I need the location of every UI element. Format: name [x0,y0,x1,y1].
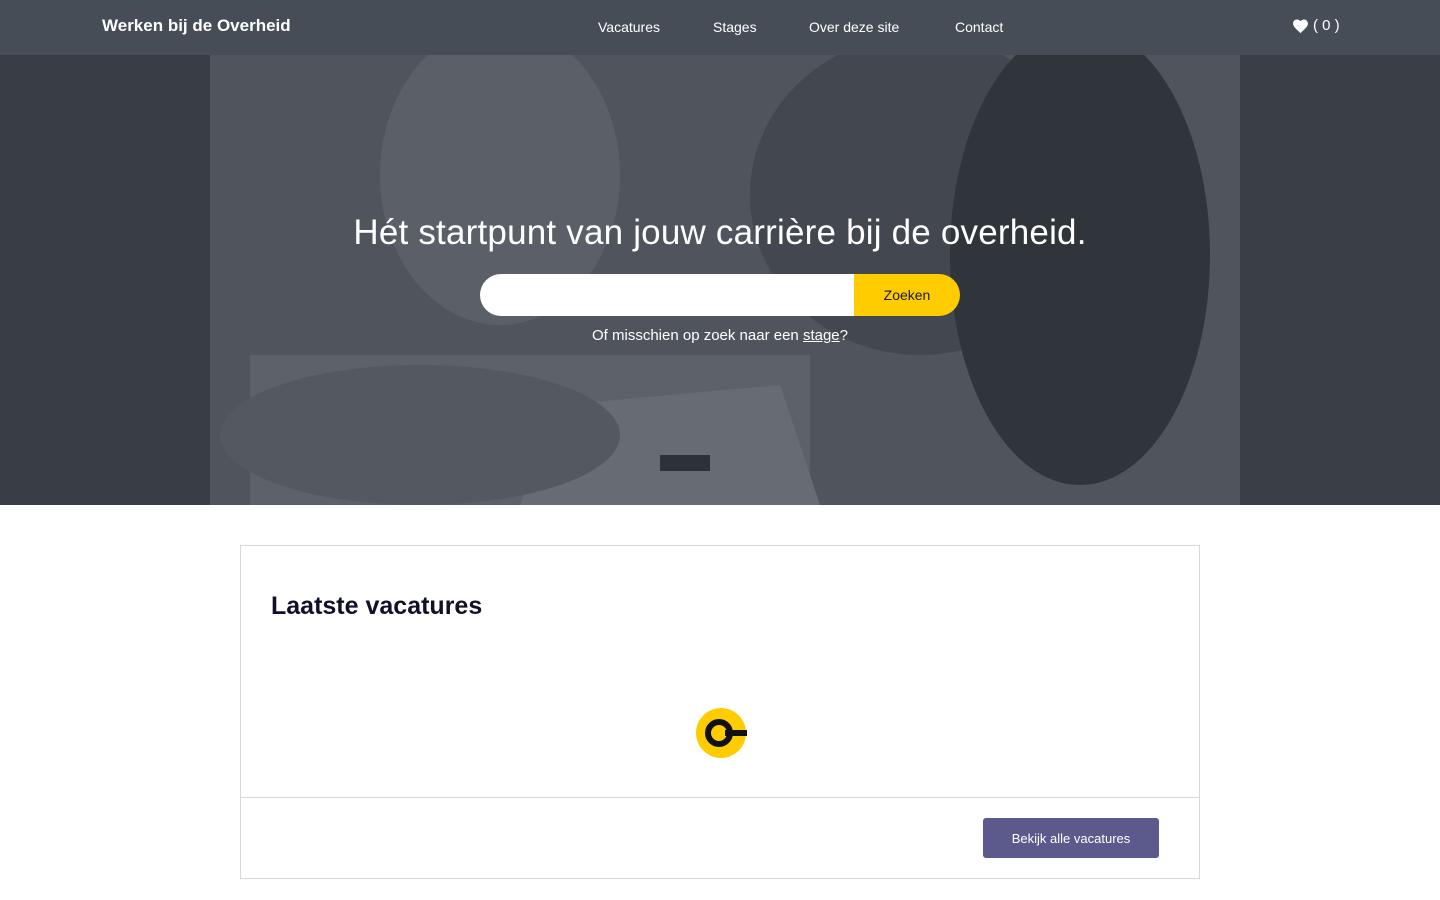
hero-banner: Hét startpunt van jouw carrière bij de o… [0,55,1440,505]
loading-spinner-icon [696,708,747,758]
view-all-vacancies-button[interactable]: Bekijk alle vacatures [983,818,1159,858]
hero-title: Hét startpunt van jouw carrière bij de o… [353,213,1087,252]
card-divider [241,797,1199,798]
internship-hint: Of misschien op zoek naar een stage? [0,327,1440,344]
favorites-count: ( 0 ) [1313,17,1340,34]
nav-item-over-deze-site[interactable]: Over deze site [809,19,899,35]
latest-vacancies-title: Laatste vacatures [271,592,483,620]
nav-item-stages[interactable]: Stages [713,19,757,35]
heart-icon [1293,18,1308,33]
main-navigation: Vacatures Stages Over deze site Contact [0,19,1440,39]
internship-link[interactable]: stage [803,327,840,344]
latest-vacancies-card: Laatste vacatures Bekijk alle vacatures [240,545,1200,879]
search-button[interactable]: Zoeken [854,274,960,316]
vacancy-search-input[interactable] [480,274,860,316]
top-navigation-bar: Werken bij de Overheid Vacatures Stages … [0,0,1440,55]
nav-item-contact[interactable]: Contact [955,19,1003,35]
hint-suffix: ? [839,327,848,344]
favorites-button[interactable]: ( 0 ) [1292,17,1340,34]
nav-item-vacatures[interactable]: Vacatures [598,19,660,35]
hint-prefix: Of misschien op zoek naar een [592,327,803,344]
